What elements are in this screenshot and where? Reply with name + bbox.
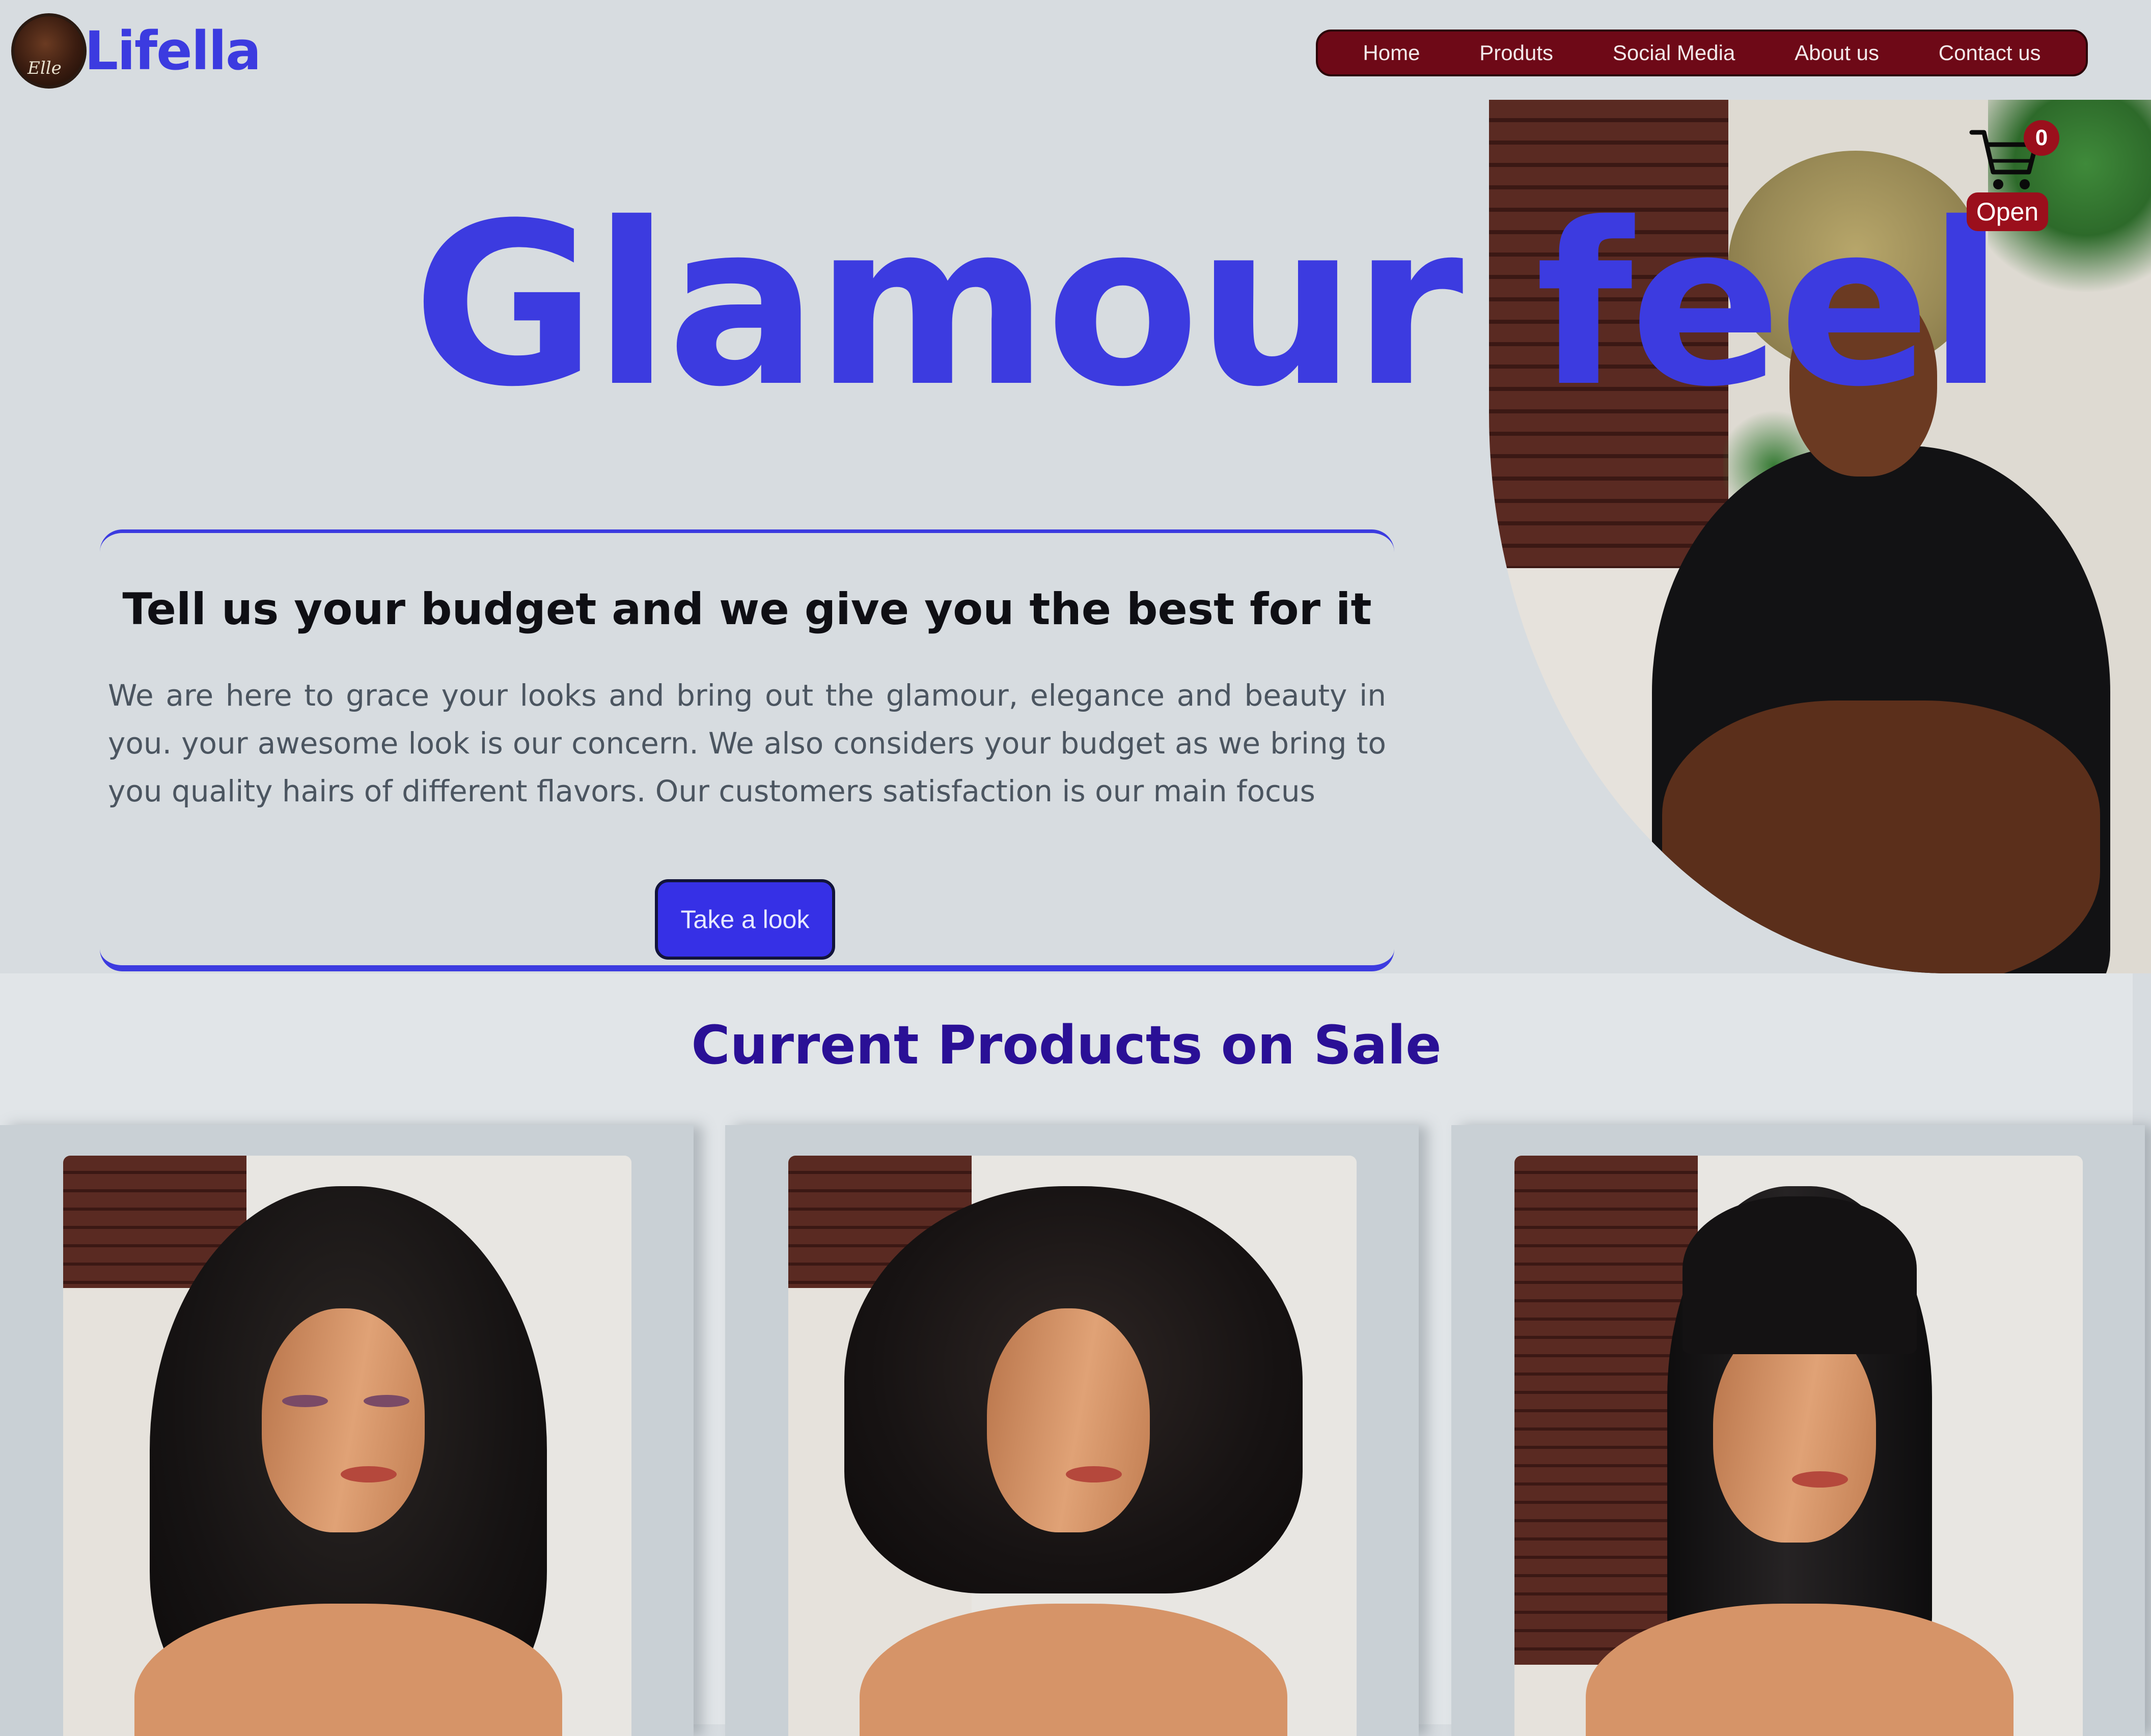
mannequin-eye: [364, 1395, 409, 1407]
mannequin-eye: [282, 1395, 328, 1407]
hero-section: Elle Lifella Home Produts Social Media A…: [0, 0, 2151, 973]
nav-item-home[interactable]: Home: [1363, 41, 1420, 65]
product-image-curly-wig[interactable]: [63, 1156, 631, 1736]
mannequin-head: [987, 1308, 1150, 1532]
product-card[interactable]: [1451, 1125, 2145, 1736]
main-nav: Home Produts Social Media About us Conta…: [1316, 30, 2088, 76]
take-a-look-button[interactable]: Take a look: [655, 879, 835, 960]
cart-count-badge: 0: [2024, 120, 2059, 156]
mannequin-head: [262, 1308, 425, 1532]
mannequin-lips: [1066, 1466, 1122, 1482]
budget-heading: Tell us your budget and we give you the …: [122, 584, 1372, 635]
logo-avatar: Elle: [11, 13, 87, 89]
budget-card: Tell us your budget and we give you the …: [100, 529, 1394, 971]
cart-widget[interactable]: 0 Open: [1964, 120, 2060, 232]
products-section: Current Products on Sale: [0, 973, 2145, 1736]
logo-script-text: Elle: [27, 58, 62, 78]
nav-item-about-us[interactable]: About us: [1795, 41, 1879, 65]
photo-model-arms: [1662, 701, 2100, 973]
cart-open-button[interactable]: Open: [1967, 192, 2048, 231]
nav-item-social-media[interactable]: Social Media: [1613, 41, 1735, 65]
brand-name: Lifella: [85, 20, 261, 82]
brand-logo-link[interactable]: Elle Lifella: [11, 10, 261, 92]
product-card[interactable]: [725, 1125, 1419, 1736]
mannequin-lips: [1792, 1471, 1848, 1488]
product-card[interactable]: [0, 1125, 694, 1736]
product-image-curly-bob-wig[interactable]: [788, 1156, 1357, 1736]
wig-bangs: [1683, 1196, 1917, 1354]
hero-title: Glamour feel: [412, 175, 2004, 436]
products-heading: Current Products on Sale: [691, 1014, 1442, 1076]
product-image-straight-bangs-wig[interactable]: [1514, 1156, 2083, 1736]
nav-item-products[interactable]: Produts: [1479, 41, 1553, 65]
mannequin-lips: [341, 1466, 397, 1482]
nav-item-contact-us[interactable]: Contact us: [1939, 41, 2041, 65]
budget-description: We are here to grace your looks and brin…: [108, 678, 1386, 808]
